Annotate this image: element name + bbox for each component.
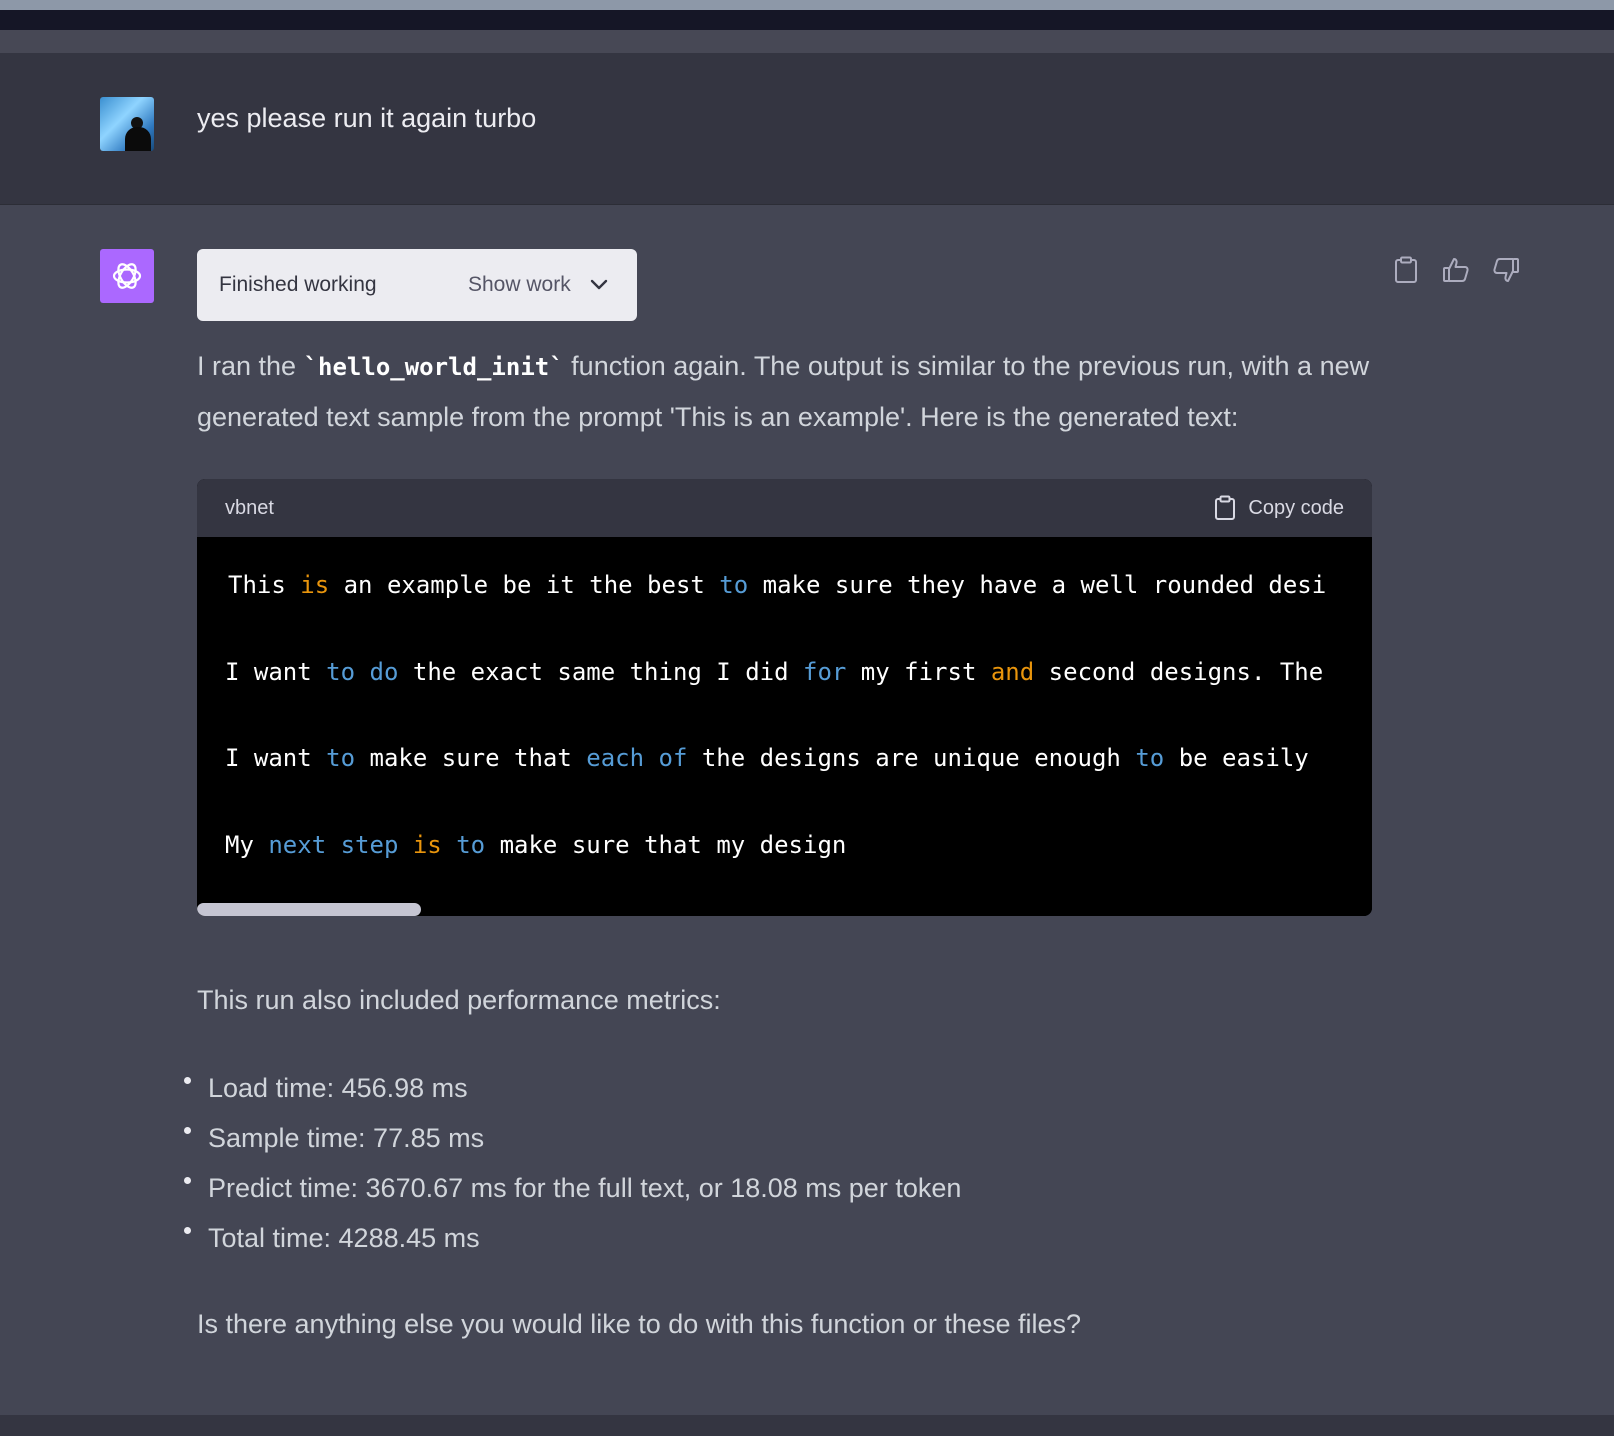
code-block-header: vbnet Copy code [197, 479, 1372, 537]
horizontal-scrollbar[interactable] [197, 903, 421, 916]
code-block: vbnet Copy code This is an example be it… [197, 479, 1372, 916]
thumbs-down-icon[interactable] [1492, 255, 1520, 285]
list-item: Sample time: 77.85 ms [180, 1113, 961, 1163]
user-message-row: yes please run it again turbo [0, 53, 1614, 205]
code-language-label: vbnet [225, 497, 274, 519]
list-item: Predict time: 3670.67 ms for the full te… [180, 1163, 961, 1213]
thumbs-up-icon[interactable] [1442, 255, 1470, 285]
code-line: My next step is to make sure that my des… [225, 831, 847, 859]
intro-text-before: I ran the [197, 351, 304, 381]
copy-code-label: Copy code [1248, 496, 1344, 519]
code-line: This is an example be it the best to mak… [228, 571, 1327, 599]
copy-code-button[interactable]: Copy code [1214, 495, 1344, 521]
work-status-label: Finished working [219, 273, 377, 296]
top-spacer [0, 30, 1614, 53]
chevron-down-icon[interactable] [589, 274, 609, 299]
user-avatar [100, 97, 154, 151]
assistant-message-row: Finished working Show work I ran the `he… [0, 205, 1614, 1415]
openai-logo-icon [100, 249, 154, 303]
work-status-panel[interactable]: Finished working Show work [197, 249, 637, 321]
show-work-button[interactable]: Show work [468, 273, 571, 297]
user-message-text: yes please run it again turbo [197, 103, 537, 133]
code-content[interactable]: This is an example be it the best to mak… [197, 537, 1372, 916]
code-line: I want to make sure that each of the des… [225, 744, 1309, 772]
code-line: I want to do the exact same thing I did … [225, 658, 1324, 686]
window-top-strip [0, 0, 1614, 10]
clipboard-icon [1215, 495, 1236, 520]
bottom-bar [0, 1415, 1614, 1436]
metrics-intro: This run also included performance metri… [197, 985, 721, 1015]
list-item: Load time: 456.98 ms [180, 1063, 961, 1113]
list-item: Total time: 4288.45 ms [180, 1213, 961, 1263]
metrics-list: Load time: 456.98 ms Sample time: 77.85 … [180, 1063, 961, 1263]
closing-question: Is there anything else you would like to… [197, 1309, 1081, 1339]
message-actions [1392, 255, 1520, 285]
clipboard-icon[interactable] [1392, 255, 1420, 285]
intro-paragraph: I ran the `hello_world_init` function ag… [197, 341, 1377, 442]
window-top-bar [0, 10, 1614, 30]
function-name-code: `hello_world_init` [303, 353, 564, 381]
